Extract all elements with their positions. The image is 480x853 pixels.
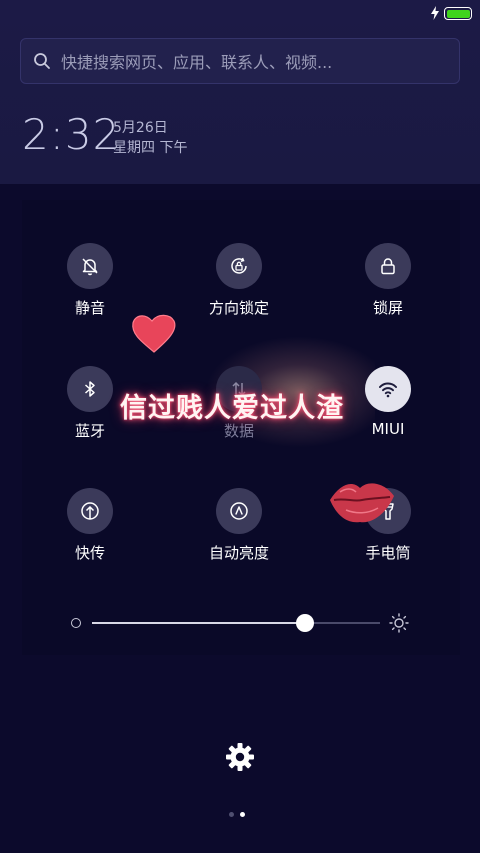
brightness-slider-fill <box>92 622 306 624</box>
tile-auto-brightness-button[interactable] <box>216 488 262 534</box>
status-bar <box>0 0 480 28</box>
lock-icon <box>381 258 395 275</box>
wifi-icon <box>379 382 397 398</box>
tile-lock-screen-label: 锁屏 <box>372 299 403 317</box>
bluetooth-icon <box>85 381 95 397</box>
page-indicator <box>229 812 245 817</box>
settings-gear-icon[interactable] <box>225 742 255 772</box>
rotation-lock-icon <box>231 257 247 274</box>
charging-icon <box>431 6 439 20</box>
tile-lock-screen-button[interactable] <box>365 243 411 289</box>
page-dot-2 <box>240 812 245 817</box>
sticker-text: 信过贱人爱过人渣 <box>120 393 344 424</box>
search-icon <box>34 53 50 69</box>
brightness-slider-thumb[interactable] <box>296 614 315 632</box>
auto-brightness-icon <box>230 502 248 520</box>
battery-icon <box>444 7 472 20</box>
heart-sticker-icon <box>132 314 176 353</box>
tile-quick-transfer[interactable]: 快传 <box>35 488 145 563</box>
clock-date: 5月26日 <box>113 120 168 136</box>
tile-auto-brightness[interactable]: 自动亮度 <box>184 488 294 563</box>
tile-wifi-label: MIUI <box>371 420 405 438</box>
page-dot-1 <box>229 812 234 817</box>
tile-silent-button[interactable] <box>67 243 113 289</box>
tile-bluetooth-button[interactable] <box>67 366 113 412</box>
clock-time: 2:32 <box>22 110 121 159</box>
tile-rotation-lock-label: 方向锁定 <box>208 299 269 317</box>
bell-off-icon <box>82 258 98 276</box>
lips-sticker-icon <box>330 483 394 523</box>
search-placeholder[interactable]: 快捷搜索网页、应用、联系人、视频... <box>61 49 332 73</box>
tile-quick-transfer-button[interactable] <box>67 488 113 534</box>
tile-flashlight-label: 手电筒 <box>365 544 411 562</box>
tile-wifi-button[interactable] <box>365 366 411 412</box>
brightness-slider[interactable] <box>92 614 380 632</box>
clock-weekday: 星期四 下午 <box>113 140 188 156</box>
tile-rotation-lock-button[interactable] <box>216 243 262 289</box>
tile-lock-screen[interactable]: 锁屏 <box>333 243 443 318</box>
search-bar[interactable]: 快捷搜索网页、应用、联系人、视频... <box>20 38 460 84</box>
tile-silent[interactable]: 静音 <box>35 243 145 318</box>
quick-transfer-icon <box>81 502 99 520</box>
tile-auto-brightness-label: 自动亮度 <box>208 544 269 562</box>
brightness-high-icon <box>389 613 409 633</box>
battery-level <box>446 9 470 18</box>
tile-wifi[interactable]: MIUI <box>333 366 443 438</box>
tile-rotation-lock[interactable]: 方向锁定 <box>184 243 294 318</box>
brightness-low-icon <box>71 618 81 628</box>
tile-quick-transfer-label: 快传 <box>74 544 105 562</box>
